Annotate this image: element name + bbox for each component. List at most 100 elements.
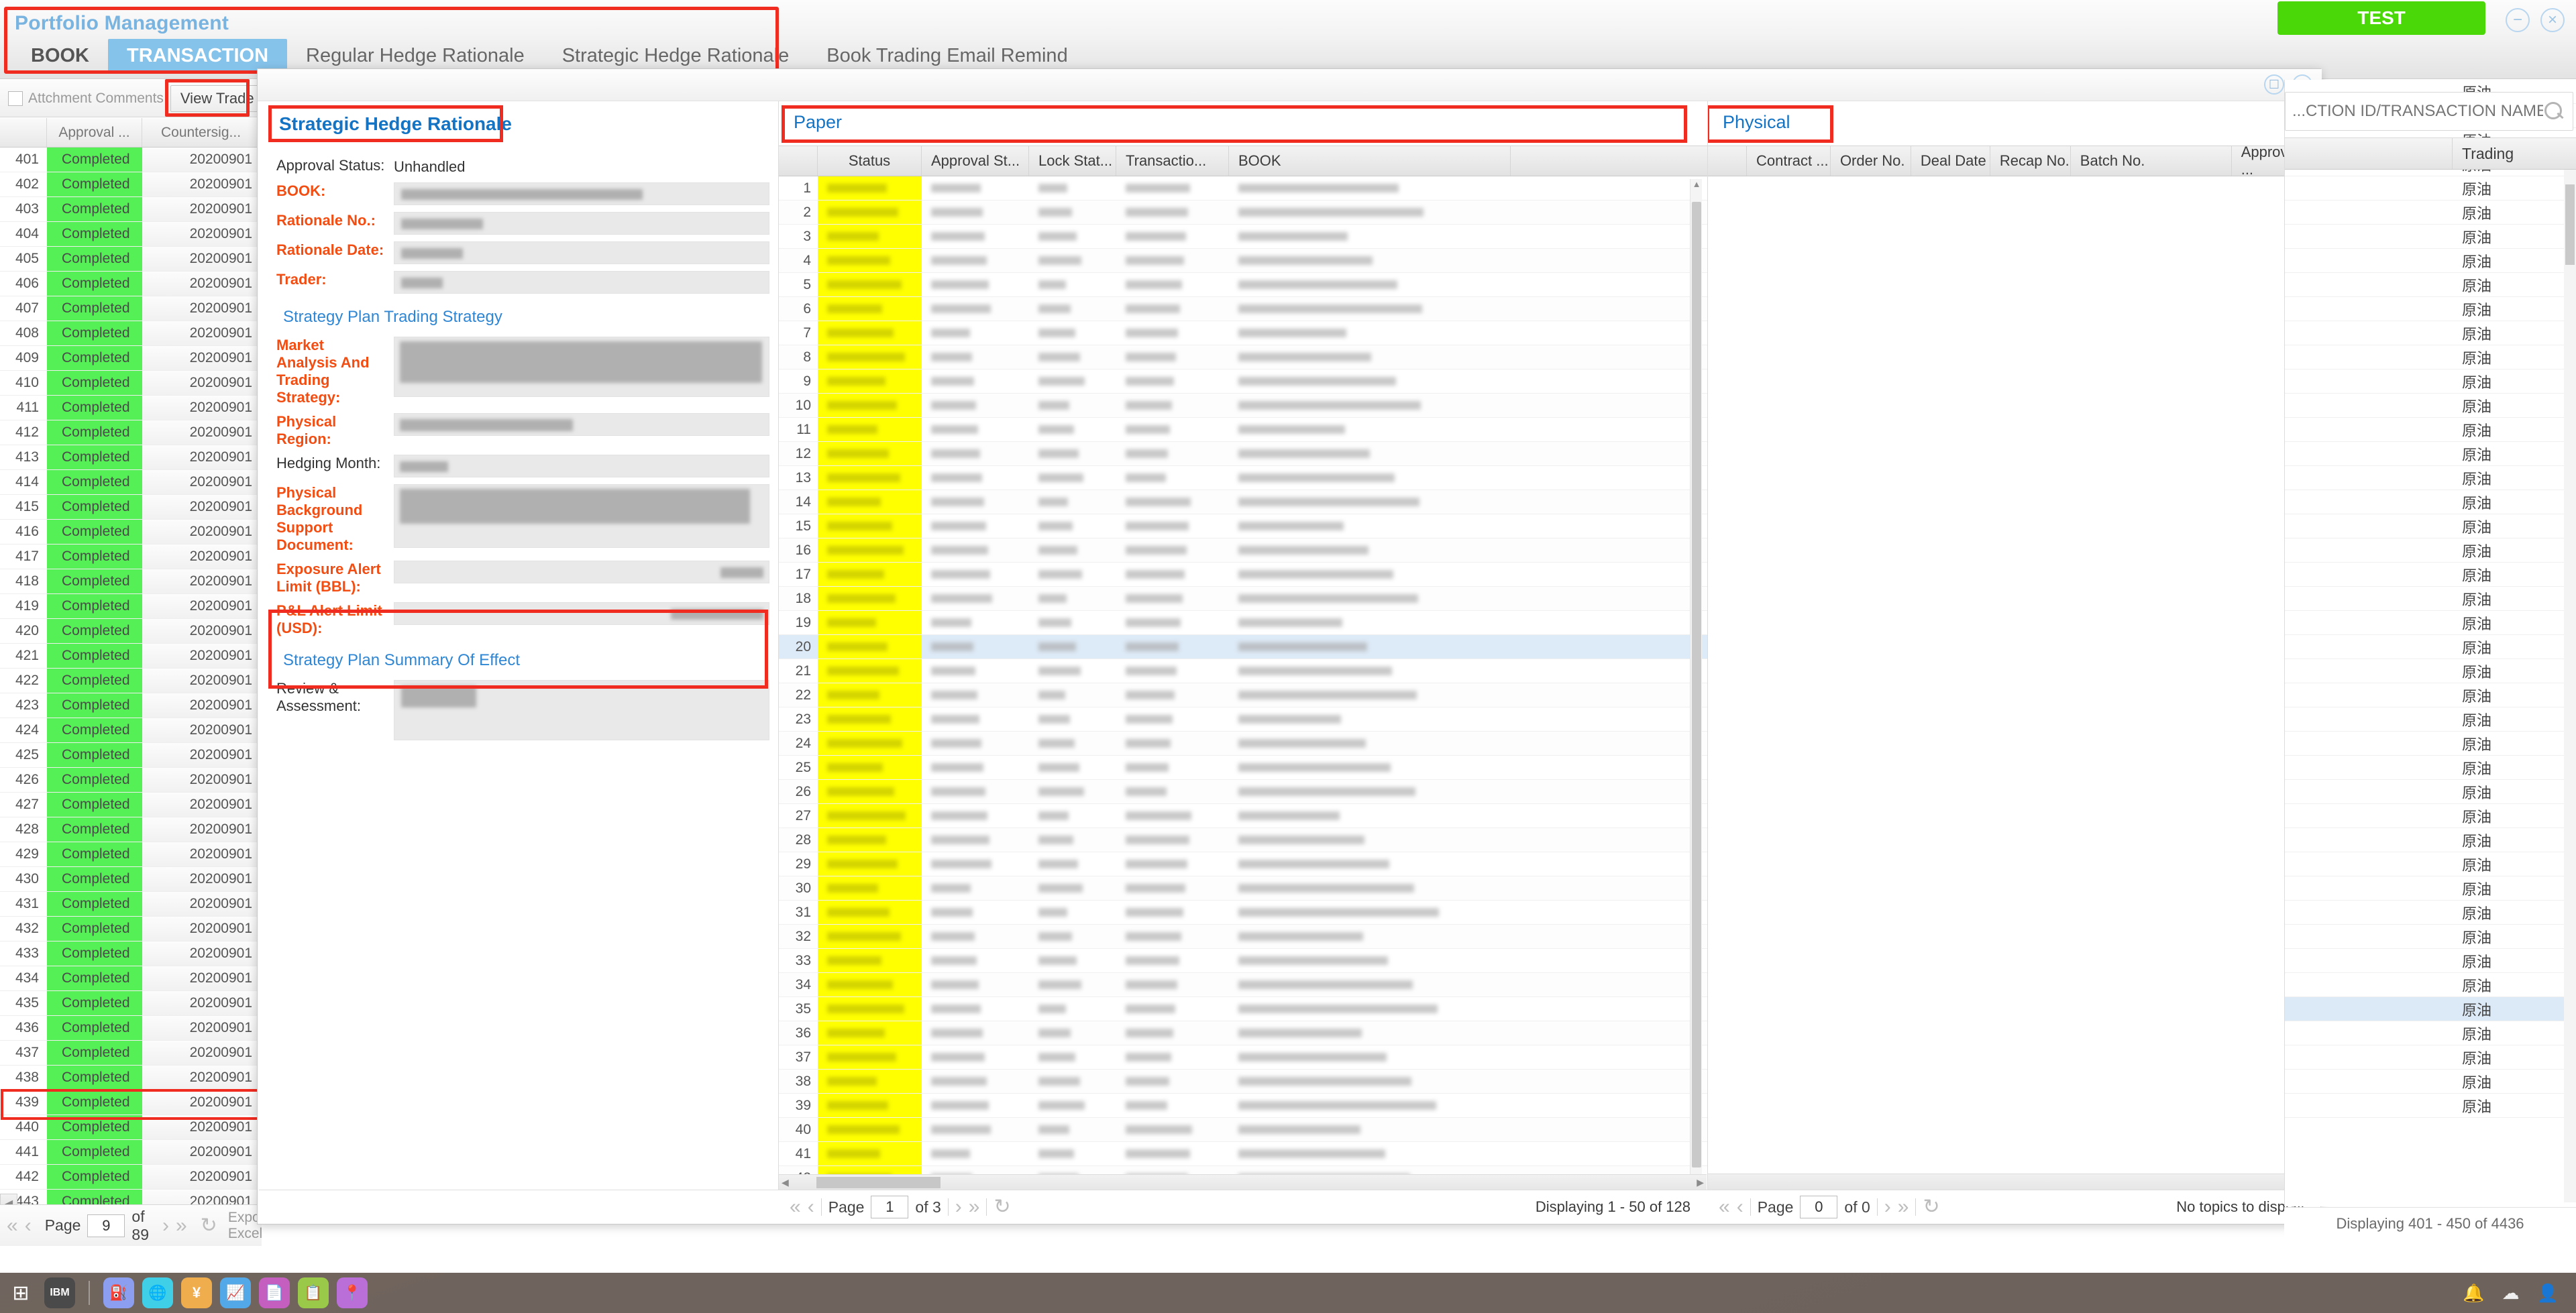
table-row[interactable]: 1 bbox=[779, 176, 1707, 201]
close-icon[interactable]: × bbox=[2540, 8, 2565, 32]
table-row[interactable]: 28 bbox=[779, 828, 1707, 852]
bell-icon[interactable]: 🔔 bbox=[2463, 1283, 2484, 1304]
table-row[interactable]: 原油 bbox=[2285, 514, 2576, 538]
table-row[interactable]: 原油 bbox=[2285, 273, 2576, 297]
table-row[interactable]: 432 Completed 20200901 bbox=[0, 917, 261, 941]
table-row[interactable]: 原油 bbox=[2285, 828, 2576, 852]
table-row[interactable]: 410 Completed 20200901 bbox=[0, 371, 261, 396]
table-row[interactable]: 13 bbox=[779, 466, 1707, 490]
table-row[interactable]: 原油 bbox=[2285, 732, 2576, 756]
table-row[interactable]: 原油 bbox=[2285, 949, 2576, 973]
table-row[interactable]: 23 bbox=[779, 707, 1707, 732]
hedging-month-input[interactable] bbox=[394, 455, 769, 477]
table-row[interactable]: 6 bbox=[779, 297, 1707, 321]
table-row[interactable]: 437 Completed 20200901 bbox=[0, 1041, 261, 1066]
table-row[interactable]: 440 Completed 20200901 bbox=[0, 1115, 261, 1140]
table-row[interactable]: 433 Completed 20200901 bbox=[0, 941, 261, 966]
table-row[interactable]: 438 Completed 20200901 bbox=[0, 1066, 261, 1090]
right-col-header-blank[interactable] bbox=[2285, 138, 2453, 169]
table-row[interactable]: 原油 bbox=[2285, 876, 2576, 901]
table-row[interactable]: 原油 bbox=[2285, 176, 2576, 201]
table-row[interactable]: 36 bbox=[779, 1021, 1707, 1045]
table-row[interactable]: 原油 bbox=[2285, 490, 2576, 514]
paper-col-header-tail[interactable] bbox=[1511, 146, 1707, 176]
trader-input[interactable] bbox=[394, 271, 769, 294]
table-row[interactable]: 原油 bbox=[2285, 563, 2576, 587]
table-row[interactable]: 34 bbox=[779, 973, 1707, 997]
next-page-icon[interactable]: › bbox=[955, 1197, 962, 1217]
table-row[interactable]: 20 bbox=[779, 635, 1707, 659]
physical-region-input[interactable] bbox=[394, 413, 769, 436]
table-row[interactable]: 32 bbox=[779, 925, 1707, 949]
cloud-icon[interactable]: ☁ bbox=[2502, 1283, 2520, 1304]
paper-col-header-index[interactable] bbox=[779, 146, 818, 176]
left-col-header-approval[interactable]: Approval ... bbox=[47, 118, 142, 147]
table-row[interactable]: 407 Completed 20200901 bbox=[0, 296, 261, 321]
table-row[interactable]: 414 Completed 20200901 bbox=[0, 470, 261, 495]
paper-col-header-approval-status[interactable]: Approval St... bbox=[922, 146, 1029, 176]
table-row[interactable]: 原油 bbox=[2285, 538, 2576, 563]
first-page-icon[interactable]: « bbox=[790, 1197, 801, 1217]
table-row[interactable]: 30 bbox=[779, 876, 1707, 901]
table-row[interactable]: 439 Completed 20200901 bbox=[0, 1089, 261, 1120]
table-row[interactable]: 435 Completed 20200901 bbox=[0, 991, 261, 1016]
tab-strategic-hedge-rationale[interactable]: Strategic Hedge Rationale bbox=[543, 39, 808, 72]
page-number-input[interactable] bbox=[1800, 1196, 1838, 1218]
windows-start-icon[interactable]: ⊞ bbox=[5, 1277, 36, 1308]
table-row[interactable]: 原油 bbox=[2285, 707, 2576, 732]
table-row[interactable]: 原油 bbox=[2285, 225, 2576, 249]
table-row[interactable]: 原油 bbox=[2285, 394, 2576, 418]
table-row[interactable]: 原油 bbox=[2285, 201, 2576, 225]
table-row[interactable]: 原油 bbox=[2285, 683, 2576, 707]
table-row[interactable]: 原油 bbox=[2285, 466, 2576, 490]
table-row[interactable]: 25 bbox=[779, 756, 1707, 780]
table-row[interactable]: 27 bbox=[779, 804, 1707, 828]
physical-col-header-batch-no[interactable]: Batch No. bbox=[2071, 146, 2232, 176]
table-row[interactable]: 29 bbox=[779, 852, 1707, 876]
tab-book-trading-email-remind[interactable]: Book Trading Email Remind bbox=[808, 39, 1086, 72]
table-row[interactable]: 413 Completed 20200901 bbox=[0, 445, 261, 470]
page-number-input[interactable] bbox=[871, 1196, 909, 1218]
table-row[interactable]: 424 Completed 20200901 bbox=[0, 718, 261, 743]
next-page-icon[interactable]: › bbox=[162, 1215, 169, 1236]
physical-col-header-index[interactable] bbox=[1708, 146, 1747, 176]
table-row[interactable]: 430 Completed 20200901 bbox=[0, 867, 261, 892]
first-page-icon[interactable]: « bbox=[7, 1215, 18, 1236]
table-row[interactable]: 原油 bbox=[2285, 756, 2576, 780]
table-row[interactable]: 9 bbox=[779, 369, 1707, 394]
table-row[interactable]: 15 bbox=[779, 514, 1707, 538]
ibm-icon[interactable]: IBM bbox=[44, 1277, 75, 1308]
table-row[interactable]: 原油 bbox=[2285, 804, 2576, 828]
paper-col-header-book[interactable]: BOOK bbox=[1229, 146, 1511, 176]
prev-page-icon[interactable]: ‹ bbox=[808, 1197, 814, 1217]
checklist-icon[interactable]: 📋 bbox=[298, 1277, 329, 1308]
table-row[interactable]: 39 bbox=[779, 1094, 1707, 1118]
scroll-left-icon[interactable]: ◀ bbox=[782, 1177, 789, 1188]
table-row[interactable]: 416 Completed 20200901 bbox=[0, 520, 261, 545]
table-row[interactable]: 417 Completed 20200901 bbox=[0, 545, 261, 569]
table-row[interactable]: 原油 bbox=[2285, 345, 2576, 369]
table-row[interactable]: 402 Completed 20200901 bbox=[0, 172, 261, 197]
view-trade-button[interactable]: View Trade bbox=[170, 84, 264, 112]
book-input[interactable] bbox=[394, 182, 769, 205]
table-row[interactable]: 406 Completed 20200901 bbox=[0, 272, 261, 296]
next-page-icon[interactable]: › bbox=[1884, 1197, 1891, 1217]
table-row[interactable]: 37 bbox=[779, 1045, 1707, 1070]
rationale-no-input[interactable] bbox=[394, 212, 769, 235]
chart-growth-icon[interactable]: 📈 bbox=[220, 1277, 251, 1308]
globe-icon[interactable]: 🌐 bbox=[142, 1277, 173, 1308]
last-page-icon[interactable]: » bbox=[969, 1197, 980, 1217]
table-row[interactable]: 420 Completed 20200901 bbox=[0, 619, 261, 644]
table-row[interactable]: 411 Completed 20200901 bbox=[0, 396, 261, 420]
document-icon[interactable]: 📄 bbox=[259, 1277, 290, 1308]
left-col-header-index[interactable] bbox=[0, 118, 47, 147]
search-input[interactable] bbox=[2292, 102, 2543, 121]
table-row[interactable]: 21 bbox=[779, 659, 1707, 683]
rationale-date-input[interactable] bbox=[394, 241, 769, 264]
table-row[interactable]: 31 bbox=[779, 901, 1707, 925]
table-row[interactable]: 原油 bbox=[2285, 1070, 2576, 1094]
table-row[interactable]: 原油 bbox=[2285, 901, 2576, 925]
table-row[interactable]: 原油 bbox=[2285, 587, 2576, 611]
table-row[interactable]: 26 bbox=[779, 780, 1707, 804]
table-row[interactable]: 436 Completed 20200901 bbox=[0, 1016, 261, 1041]
